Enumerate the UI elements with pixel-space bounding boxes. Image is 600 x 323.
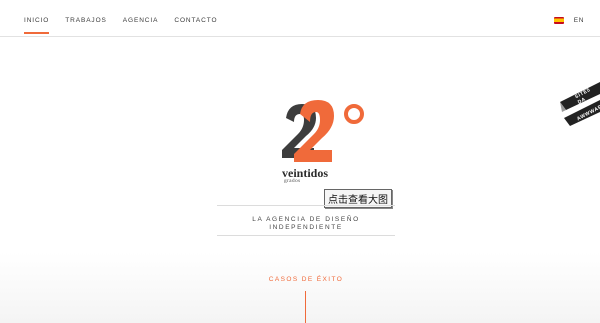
brand-subname: grados xyxy=(284,178,301,184)
top-navigation-bar: INICIO TRABAJOS AGENCIA CONTACTO EN xyxy=(0,0,600,37)
nav-item-agencia[interactable]: AGENCIA xyxy=(123,17,159,34)
nav-item-contacto[interactable]: CONTACTO xyxy=(174,17,217,34)
nav-item-trabajos[interactable]: TRABAJOS xyxy=(65,17,107,34)
tagline-divider-bottom xyxy=(217,235,395,236)
spain-flag-icon[interactable] xyxy=(553,17,564,24)
tagline-divider-top xyxy=(217,205,395,206)
language-switcher: EN xyxy=(553,17,584,24)
scroll-indicator-line xyxy=(305,291,306,323)
nav-item-inicio[interactable]: INICIO xyxy=(24,17,50,34)
main-nav: INICIO TRABAJOS AGENCIA CONTACTO xyxy=(24,17,217,34)
language-en-link[interactable]: EN xyxy=(574,17,584,24)
hero-tagline: LA AGENCIA DE DISEÑO INDEPENDIENTE xyxy=(252,216,360,231)
page: INICIO TRABAJOS AGENCIA CONTACTO EN vein… xyxy=(0,0,600,323)
section-title-casos-de-exito[interactable]: CASOS DE ÉXITO xyxy=(240,276,372,283)
